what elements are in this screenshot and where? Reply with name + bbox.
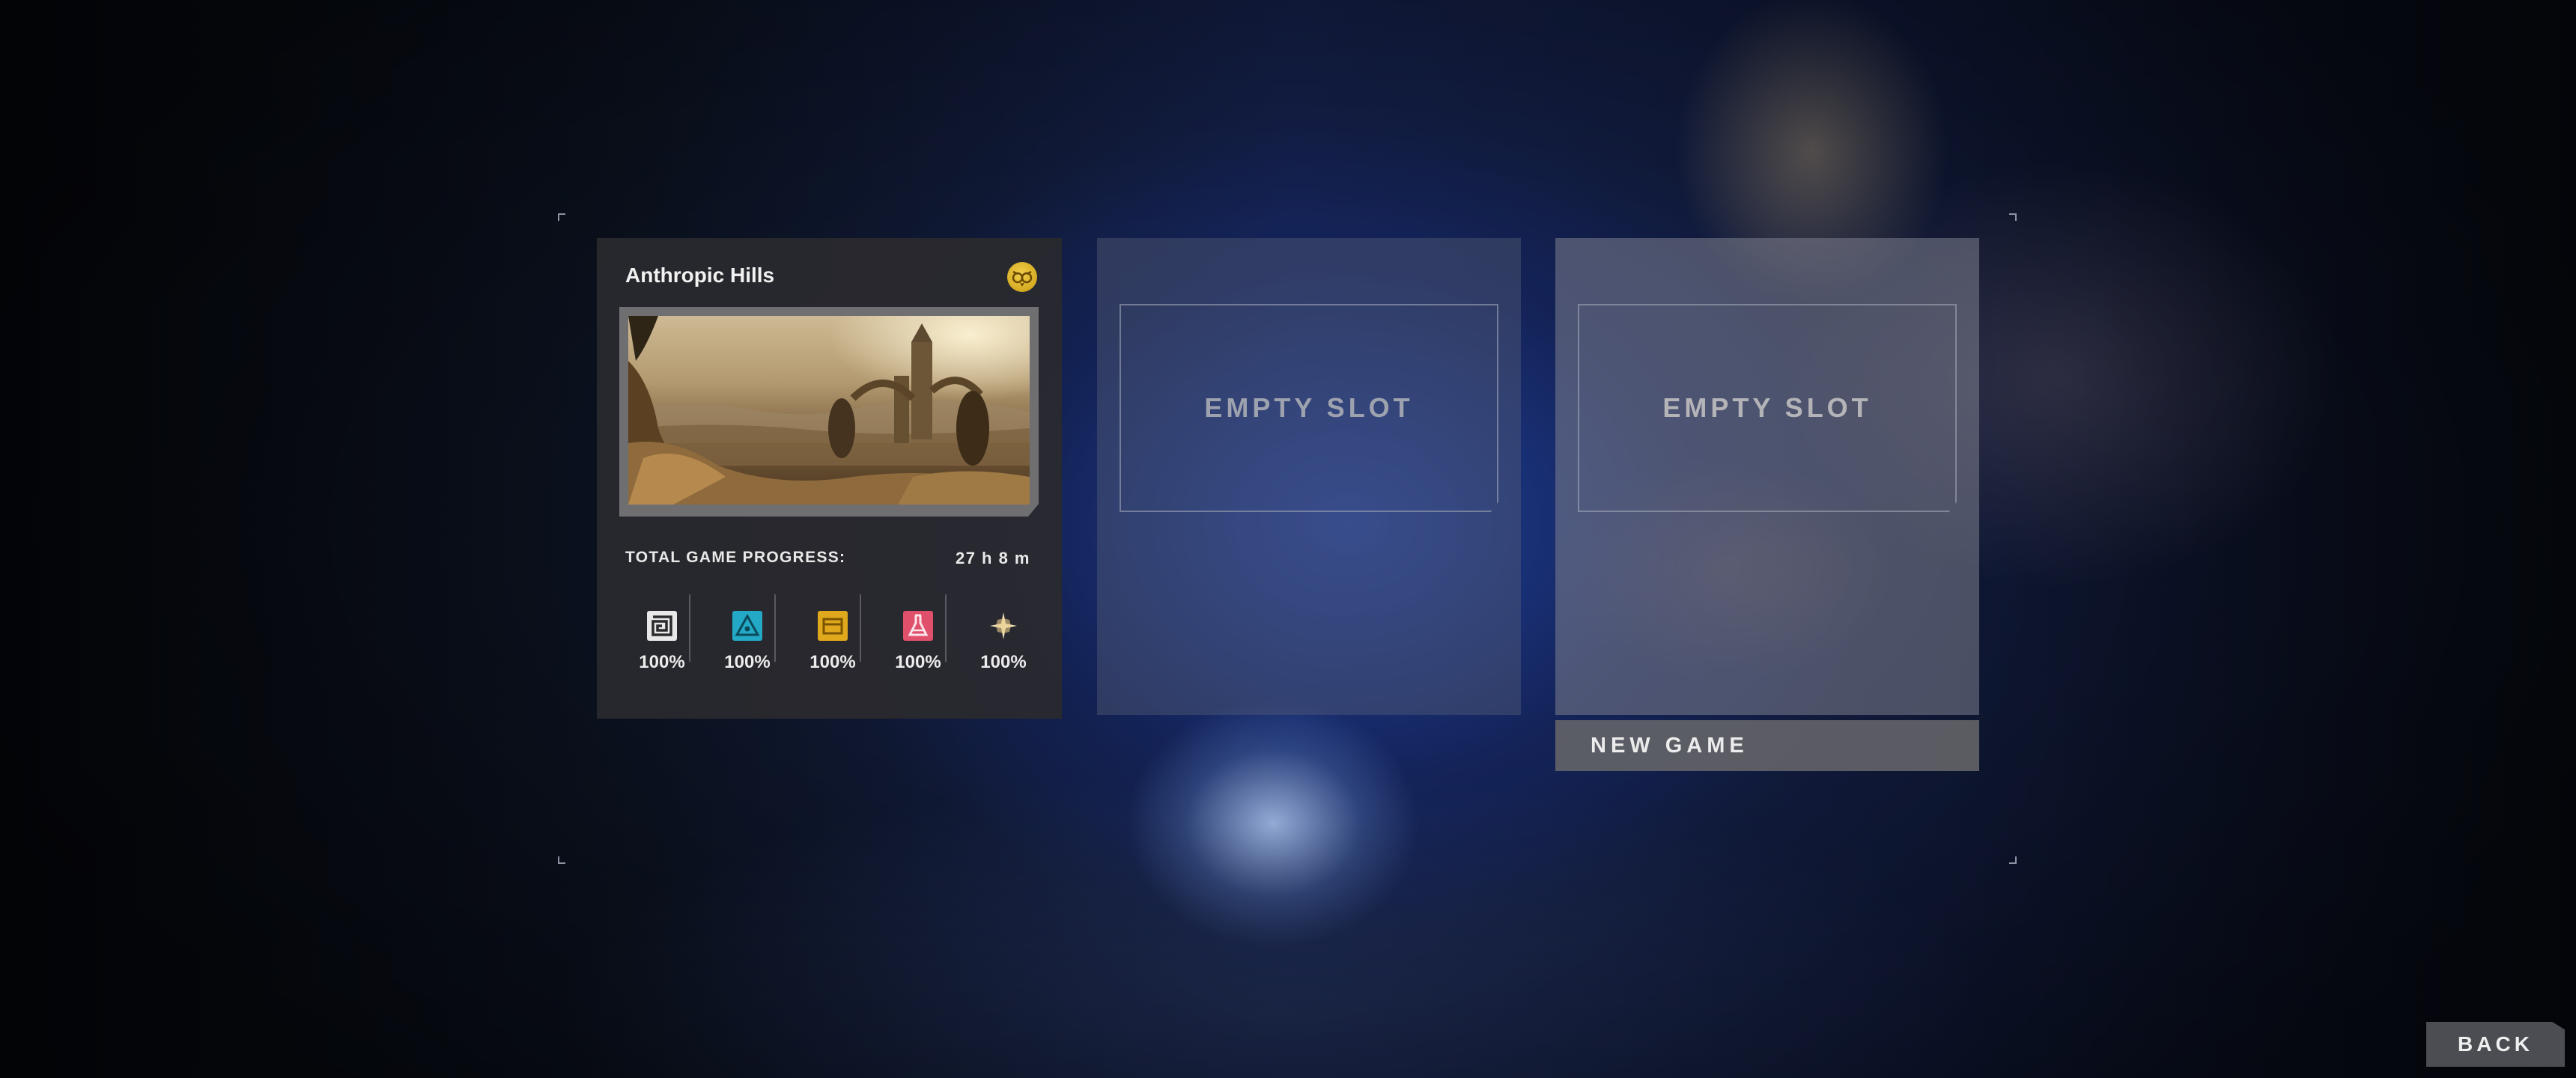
sparkle-icon bbox=[990, 612, 1017, 639]
empty-slot-frame: EMPTY SLOT bbox=[1120, 304, 1498, 512]
stat-secrets: 100% bbox=[705, 594, 790, 677]
treasure-chest-icon bbox=[818, 611, 848, 641]
save-slot-3[interactable]: EMPTY SLOT bbox=[1555, 238, 1979, 715]
stat-value: 100% bbox=[809, 652, 856, 672]
stat-divider bbox=[774, 594, 776, 662]
maze-glyph-icon bbox=[647, 611, 677, 641]
progress-stats: 100% 100% 100% 100% 100% bbox=[619, 594, 1046, 677]
frame-corner-bottom-left bbox=[558, 856, 565, 864]
save-thumbnail bbox=[628, 316, 1030, 505]
save-slot-1[interactable]: Anthropic Hills TOTAL GAME PROGRESS: 27 … bbox=[597, 238, 1062, 719]
save-thumbnail-frame bbox=[619, 307, 1039, 517]
flask-icon bbox=[903, 611, 933, 641]
stat-value: 100% bbox=[639, 652, 685, 672]
frame-corner-top-left bbox=[558, 213, 565, 221]
stat-chests: 100% bbox=[790, 594, 875, 677]
empty-slot-frame: EMPTY SLOT bbox=[1578, 304, 1957, 512]
stat-value: 100% bbox=[980, 652, 1027, 672]
save-name: Anthropic Hills bbox=[625, 264, 775, 287]
stat-potions: 100% bbox=[875, 594, 961, 677]
stat-value: 100% bbox=[724, 652, 771, 672]
stat-divider bbox=[945, 594, 947, 662]
owl-face-icon bbox=[1007, 262, 1037, 292]
save-slot-2[interactable]: EMPTY SLOT bbox=[1097, 238, 1521, 715]
triangle-eye-icon bbox=[732, 611, 762, 641]
play-time: 27 h 8 m bbox=[955, 549, 1030, 567]
frame-corner-bottom-right bbox=[2009, 856, 2017, 864]
stat-divider bbox=[860, 594, 861, 662]
progress-label: TOTAL GAME PROGRESS: bbox=[625, 549, 846, 566]
stat-divider bbox=[689, 594, 690, 662]
stat-value: 100% bbox=[895, 652, 941, 672]
stat-puzzles: 100% bbox=[619, 594, 705, 677]
empty-slot-label: EMPTY SLOT bbox=[1662, 392, 1872, 423]
empty-slot-label: EMPTY SLOT bbox=[1204, 392, 1414, 423]
new-game-button[interactable]: NEW GAME bbox=[1555, 720, 1979, 771]
back-button[interactable]: BACK bbox=[2426, 1022, 2565, 1067]
frame-corner-top-right bbox=[2009, 213, 2017, 221]
stat-relics: 100% bbox=[961, 594, 1046, 677]
